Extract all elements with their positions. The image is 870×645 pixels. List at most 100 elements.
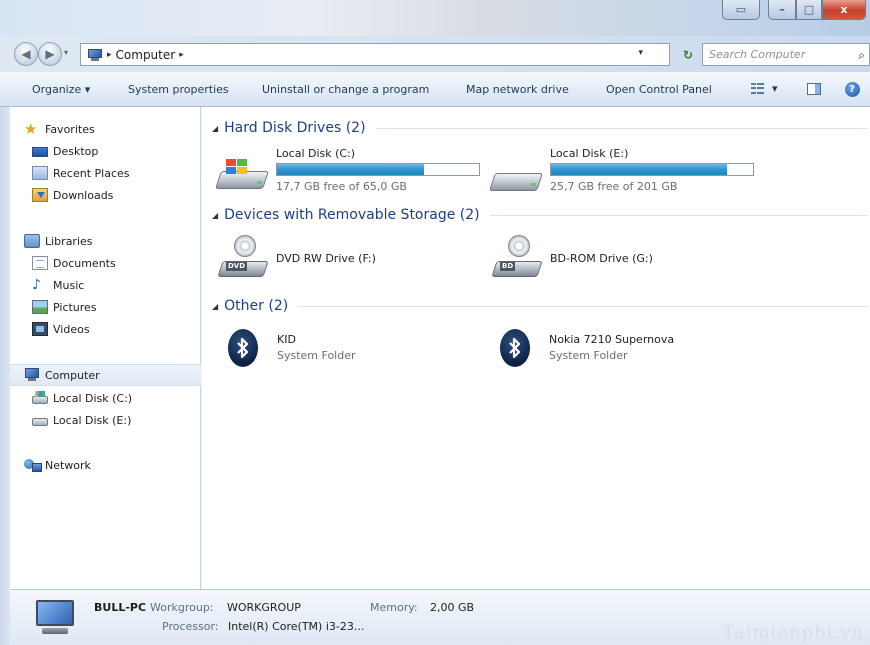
nav-label: Documents: [53, 256, 116, 270]
workgroup-label: Workgroup:: [150, 601, 214, 614]
view-dropdown-icon[interactable]: ▾: [772, 82, 778, 95]
workgroup-value: WORKGROUP: [227, 601, 301, 614]
processor-label: Processor:: [162, 620, 219, 633]
drive-tile-g[interactable]: BD BD-ROM Drive (G:): [491, 233, 694, 285]
item-type: System Folder: [277, 349, 356, 362]
group-header-label: Hard Disk Drives (2): [224, 120, 366, 136]
item-name: Nokia 7210 Supernova: [549, 333, 675, 346]
star-icon: ★: [24, 120, 38, 138]
nav-label: Libraries: [45, 234, 93, 248]
drive-tile-c[interactable]: Local Disk (C:) 17,7 GB free of 65,0 GB: [215, 145, 480, 197]
dvd-drive-icon: DVD: [217, 235, 270, 279]
breadcrumb-separator-icon[interactable]: ▸: [107, 50, 112, 60]
watermark: Taimienphi.vn: [722, 622, 864, 643]
bd-drive-icon: BD: [491, 235, 544, 279]
nav-label: Local Disk (C:): [53, 391, 133, 405]
recent-pages-dropdown-icon[interactable]: ▾: [64, 48, 68, 57]
help-button[interactable]: ?: [844, 80, 860, 98]
collapse-icon[interactable]: ◢: [212, 211, 218, 220]
system-properties-button[interactable]: System properties: [128, 83, 229, 96]
minimize-button[interactable]: –: [768, 0, 796, 20]
breadcrumb-computer[interactable]: Computer: [116, 48, 176, 62]
organize-button[interactable]: Organize ▾: [32, 83, 90, 96]
navigation-pane: ★ Favorites Desktop Recent Places Downlo…: [10, 107, 201, 589]
nav-computer[interactable]: Computer: [10, 364, 201, 386]
refresh-button[interactable]: ↻: [676, 43, 700, 66]
back-button[interactable]: ◀: [14, 42, 38, 66]
nav-label: Computer: [45, 368, 100, 382]
group-divider: [375, 127, 868, 129]
search-placeholder: Search Computer: [709, 48, 806, 61]
command-bar: Organize ▾ System properties Uninstall o…: [0, 72, 870, 107]
videos-icon: [32, 322, 48, 336]
computer-icon: [87, 48, 103, 61]
nav-desktop[interactable]: Desktop: [32, 140, 223, 162]
nav-label: Desktop: [53, 144, 99, 158]
drive-tile-e[interactable]: Local Disk (E:) 25,7 GB free of 201 GB: [489, 145, 762, 197]
capacity-fill: [551, 164, 727, 175]
forward-button[interactable]: ▶: [38, 42, 62, 66]
preview-pane-icon[interactable]: [806, 80, 822, 98]
nav-music[interactable]: ♪ Music: [32, 274, 223, 296]
search-input[interactable]: Search Computer ⌕: [702, 43, 870, 66]
memory-label: Memory:: [370, 601, 418, 614]
nav-local-disk-c[interactable]: Local Disk (C:): [32, 387, 223, 409]
nav-label: Favorites: [45, 122, 95, 136]
group-header-removable-storage[interactable]: ◢ Devices with Removable Storage (2): [212, 205, 868, 225]
maximize-button[interactable]: □: [796, 0, 822, 20]
collapse-icon[interactable]: ◢: [212, 302, 218, 311]
nav-documents[interactable]: Documents: [32, 252, 223, 274]
item-type: System Folder: [549, 349, 628, 362]
close-button[interactable]: x: [822, 0, 866, 20]
nav-label: Downloads: [53, 188, 114, 202]
open-control-panel-button[interactable]: Open Control Panel: [606, 83, 712, 96]
nav-libraries[interactable]: Libraries: [24, 230, 215, 252]
drive-badge: BD: [500, 262, 516, 271]
desktop-icon: [32, 147, 48, 157]
nav-label: Recent Places: [53, 166, 130, 180]
drive-tile-f[interactable]: DVD DVD RW Drive (F:): [217, 233, 420, 285]
libraries-icon: [24, 234, 40, 248]
nav-network[interactable]: Network: [24, 454, 215, 476]
nav-label: Pictures: [53, 300, 97, 314]
other-tile-kid[interactable]: KID System Folder: [228, 325, 428, 377]
address-dropdown-icon[interactable]: ▾: [638, 48, 643, 58]
address-row: ◀ ▶ ▾ ▸ Computer ▸ ▾ ↻ Search Computer ⌕: [0, 36, 870, 72]
search-icon[interactable]: ⌕: [858, 48, 865, 63]
capacity-bar: [550, 163, 754, 176]
address-bar[interactable]: ▸ Computer ▸ ▾: [80, 43, 670, 66]
group-divider: [489, 214, 868, 216]
music-icon: ♪: [32, 277, 41, 293]
group-header-other[interactable]: ◢ Other (2): [212, 296, 868, 316]
content-pane: ◢ Hard Disk Drives (2) Local Disk (C:) 1…: [202, 107, 870, 589]
local-disk-icon: [32, 391, 48, 404]
breadcrumb-separator-icon[interactable]: ▸: [179, 50, 184, 60]
nav-label: Videos: [53, 322, 90, 336]
nav-label: Local Disk (E:): [53, 413, 132, 427]
bluetooth-icon: [500, 329, 530, 367]
drive-free-space: 25,7 GB free of 201 GB: [550, 180, 678, 193]
local-disk-icon: [32, 418, 48, 426]
nav-recent-places[interactable]: Recent Places: [32, 162, 223, 184]
nav-pictures[interactable]: Pictures: [32, 296, 223, 318]
collapse-icon[interactable]: ◢: [212, 124, 218, 133]
nav-videos[interactable]: Videos: [32, 318, 223, 340]
downloads-icon: [32, 188, 48, 202]
computer-name: BULL-PC: [94, 601, 147, 614]
title-bar: ▭ – □ x: [0, 0, 870, 36]
drive-name: Local Disk (C:): [276, 147, 356, 160]
nav-downloads[interactable]: Downloads: [32, 184, 223, 206]
change-view-icon[interactable]: [750, 80, 766, 98]
window-special-button[interactable]: ▭: [722, 0, 760, 20]
window-left-edge: [0, 107, 10, 645]
drive-free-space: 17,7 GB free of 65,0 GB: [276, 180, 407, 193]
group-header-hard-disk-drives[interactable]: ◢ Hard Disk Drives (2): [212, 118, 868, 138]
map-network-drive-button[interactable]: Map network drive: [466, 83, 569, 96]
other-tile-nokia[interactable]: Nokia 7210 Supernova System Folder: [500, 325, 740, 377]
recent-places-icon: [32, 166, 48, 180]
memory-value: 2,00 GB: [430, 601, 475, 614]
nav-local-disk-e[interactable]: Local Disk (E:): [32, 409, 223, 431]
capacity-fill: [277, 164, 425, 175]
nav-favorites[interactable]: ★ Favorites: [24, 118, 215, 140]
uninstall-program-button[interactable]: Uninstall or change a program: [262, 83, 429, 96]
